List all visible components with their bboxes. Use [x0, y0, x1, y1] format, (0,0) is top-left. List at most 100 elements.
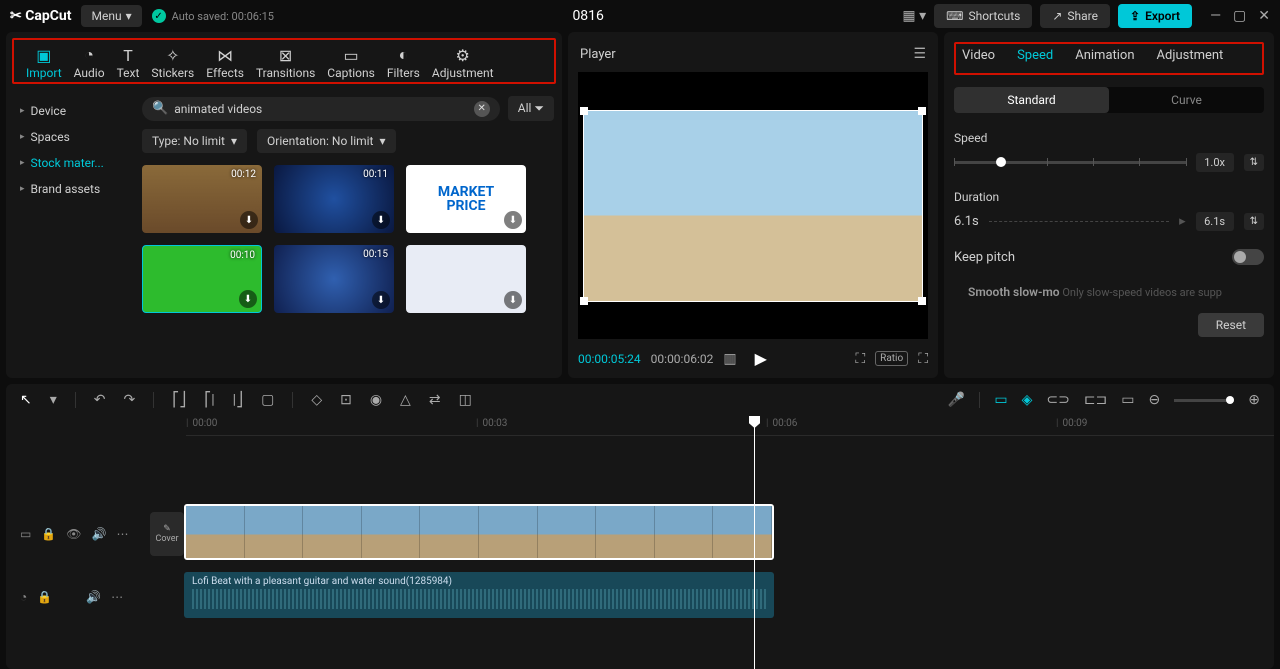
ratio-button[interactable]: Ratio — [875, 351, 908, 366]
freeze-icon[interactable]: ⊡ — [340, 392, 352, 408]
redo-icon[interactable]: ↷ — [124, 392, 136, 408]
tab-captions[interactable]: ▭Captions — [321, 44, 381, 82]
export-button[interactable]: ⇪Export — [1118, 4, 1192, 28]
resize-handle[interactable] — [580, 107, 588, 115]
download-icon[interactable]: ⬇ — [504, 291, 522, 309]
close-icon[interactable]: ✕ — [1258, 8, 1270, 24]
speed-value[interactable]: 1.0x — [1196, 153, 1234, 172]
zoom-slider[interactable] — [1174, 399, 1234, 402]
media-thumb[interactable]: 00:12⬇ — [142, 165, 262, 233]
preview-frame[interactable] — [583, 110, 923, 302]
more-icon[interactable]: ⋯ — [116, 527, 128, 541]
delete-icon[interactable]: ▢ — [261, 392, 274, 408]
speed-icon[interactable]: ◉ — [370, 392, 382, 408]
shield-icon[interactable]: ◇ — [311, 392, 322, 408]
reverse-icon[interactable]: ⇄ — [429, 392, 441, 408]
tab-stickers[interactable]: ✧Stickers — [145, 44, 200, 82]
filter-orientation[interactable]: Orientation: No limit▾ — [257, 129, 396, 153]
media-thumb[interactable]: 00:15⬇ — [274, 245, 394, 313]
menu-button[interactable]: Menu ▾ — [81, 5, 141, 27]
tab-adjustment[interactable]: ⚙Adjustment — [426, 44, 500, 82]
playhead[interactable] — [754, 416, 755, 669]
keep-pitch-toggle[interactable] — [1232, 249, 1264, 265]
tab-audio[interactable]: ◔Audio — [68, 44, 111, 82]
link-icon[interactable]: ⊂⊃ — [1046, 392, 1069, 408]
video-clip[interactable]: 1.00x ▸ — [184, 504, 774, 560]
tab-import[interactable]: ▣Import — [20, 44, 68, 82]
cover-button[interactable]: ✎Cover — [150, 512, 184, 556]
track-collapse-icon[interactable]: ▭ — [20, 527, 31, 541]
download-icon[interactable]: ⬇ — [372, 211, 390, 229]
filter-type[interactable]: Type: No limit▾ — [142, 129, 247, 153]
sidebar-item-stock[interactable]: ▸Stock mater... — [12, 150, 128, 176]
more-icon[interactable]: ⋯ — [111, 590, 123, 604]
audio-track-icon[interactable]: ◔ — [20, 590, 27, 604]
shortcuts-button[interactable]: ⌨Shortcuts — [934, 4, 1032, 28]
crop-icon[interactable]: ◫ — [459, 392, 472, 408]
resize-handle[interactable] — [918, 107, 926, 115]
align-icon[interactable]: ⊏⊐ — [1084, 392, 1107, 408]
seg-curve[interactable]: Curve — [1109, 87, 1264, 113]
prop-tab-adjustment[interactable]: Adjustment — [1157, 48, 1224, 63]
mic-icon[interactable]: 🎤 — [948, 392, 965, 408]
maximize-icon[interactable]: ▢ — [1233, 8, 1246, 24]
track-icon[interactable]: ▭ — [1121, 392, 1134, 408]
scan-icon[interactable]: ⛶ — [855, 351, 865, 367]
split-icon[interactable]: ⎡⎦ — [172, 392, 186, 408]
sidebar-item-spaces[interactable]: ▸Spaces — [12, 124, 128, 150]
prop-tab-animation[interactable]: Animation — [1075, 48, 1134, 63]
layout-icon[interactable]: ▦ ▾ — [902, 8, 926, 24]
fullscreen-icon[interactable]: ⛶ — [918, 351, 928, 367]
eye-icon[interactable]: 👁 — [66, 527, 81, 541]
resize-handle[interactable] — [580, 297, 588, 305]
lock-icon[interactable]: 🔒 — [41, 527, 56, 541]
tab-transitions[interactable]: ⊠Transitions — [250, 44, 321, 82]
zoom-in-icon[interactable]: ⊕ — [1248, 392, 1260, 408]
download-icon[interactable]: ⬇ — [504, 211, 522, 229]
undo-icon[interactable]: ↶ — [94, 392, 106, 408]
timeline-ruler[interactable]: 00:00 00:03 00:06 00:09 — [186, 416, 1274, 436]
lock-icon[interactable]: 🔒 — [37, 590, 52, 604]
audio-clip[interactable]: Lofi Beat with a pleasant guitar and wat… — [184, 572, 774, 618]
trim-left-icon[interactable]: ⎡| — [204, 392, 214, 408]
snap-icon[interactable]: ◈ — [1022, 392, 1033, 408]
mirror-icon[interactable]: △ — [400, 392, 411, 408]
player-menu-icon[interactable]: ☰ — [913, 46, 926, 62]
filter-all-button[interactable]: All ⏷ — [508, 96, 554, 121]
prop-tab-speed[interactable]: Speed — [1017, 48, 1053, 63]
magnet-preview-icon[interactable]: ▭ — [994, 392, 1007, 408]
search-input[interactable] — [174, 102, 468, 116]
minimize-icon[interactable]: — — [1210, 8, 1221, 24]
download-icon[interactable]: ⬇ — [239, 290, 257, 308]
download-icon[interactable]: ⬇ — [240, 211, 258, 229]
tool-select-drop[interactable]: ▾ — [50, 392, 57, 408]
speed-slider[interactable] — [954, 161, 1186, 164]
play-icon[interactable]: ▶ — [755, 349, 767, 368]
resize-handle[interactable] — [918, 297, 926, 305]
tool-select[interactable]: ↖ — [20, 392, 32, 408]
reset-button[interactable]: Reset — [1198, 313, 1264, 337]
media-thumb[interactable]: ⬇ — [406, 245, 526, 313]
mute-icon[interactable]: 🔊 — [92, 527, 107, 541]
columns-icon[interactable]: ▥ — [723, 351, 736, 367]
sidebar-item-device[interactable]: ▸Device — [12, 98, 128, 124]
tab-effects[interactable]: ⋈Effects — [200, 44, 250, 82]
media-thumb[interactable]: 00:10⬇ — [142, 245, 262, 313]
trim-right-icon[interactable]: |⎦ — [233, 392, 243, 408]
sidebar-item-brand[interactable]: ▸Brand assets — [12, 176, 128, 202]
player-canvas[interactable] — [578, 72, 928, 339]
clear-search-icon[interactable]: ✕ — [474, 101, 490, 117]
download-icon[interactable]: ⬇ — [372, 291, 390, 309]
media-thumb[interactable]: 00:11⬇ — [274, 165, 394, 233]
duration-value[interactable]: 6.1s — [1196, 212, 1234, 231]
prop-tab-video[interactable]: Video — [962, 48, 995, 63]
zoom-out-icon[interactable]: ⊖ — [1149, 392, 1161, 408]
duration-stepper[interactable]: ⇅ — [1244, 213, 1264, 230]
mute-icon[interactable]: 🔊 — [86, 590, 101, 604]
slider-thumb[interactable] — [996, 157, 1006, 167]
tab-text[interactable]: TText — [111, 44, 146, 82]
speed-stepper[interactable]: ⇅ — [1244, 154, 1264, 171]
media-thumb[interactable]: MARKETPRICE⬇ — [406, 165, 526, 233]
search-box[interactable]: 🔍 ✕ — [142, 97, 500, 121]
seg-standard[interactable]: Standard — [954, 87, 1109, 113]
